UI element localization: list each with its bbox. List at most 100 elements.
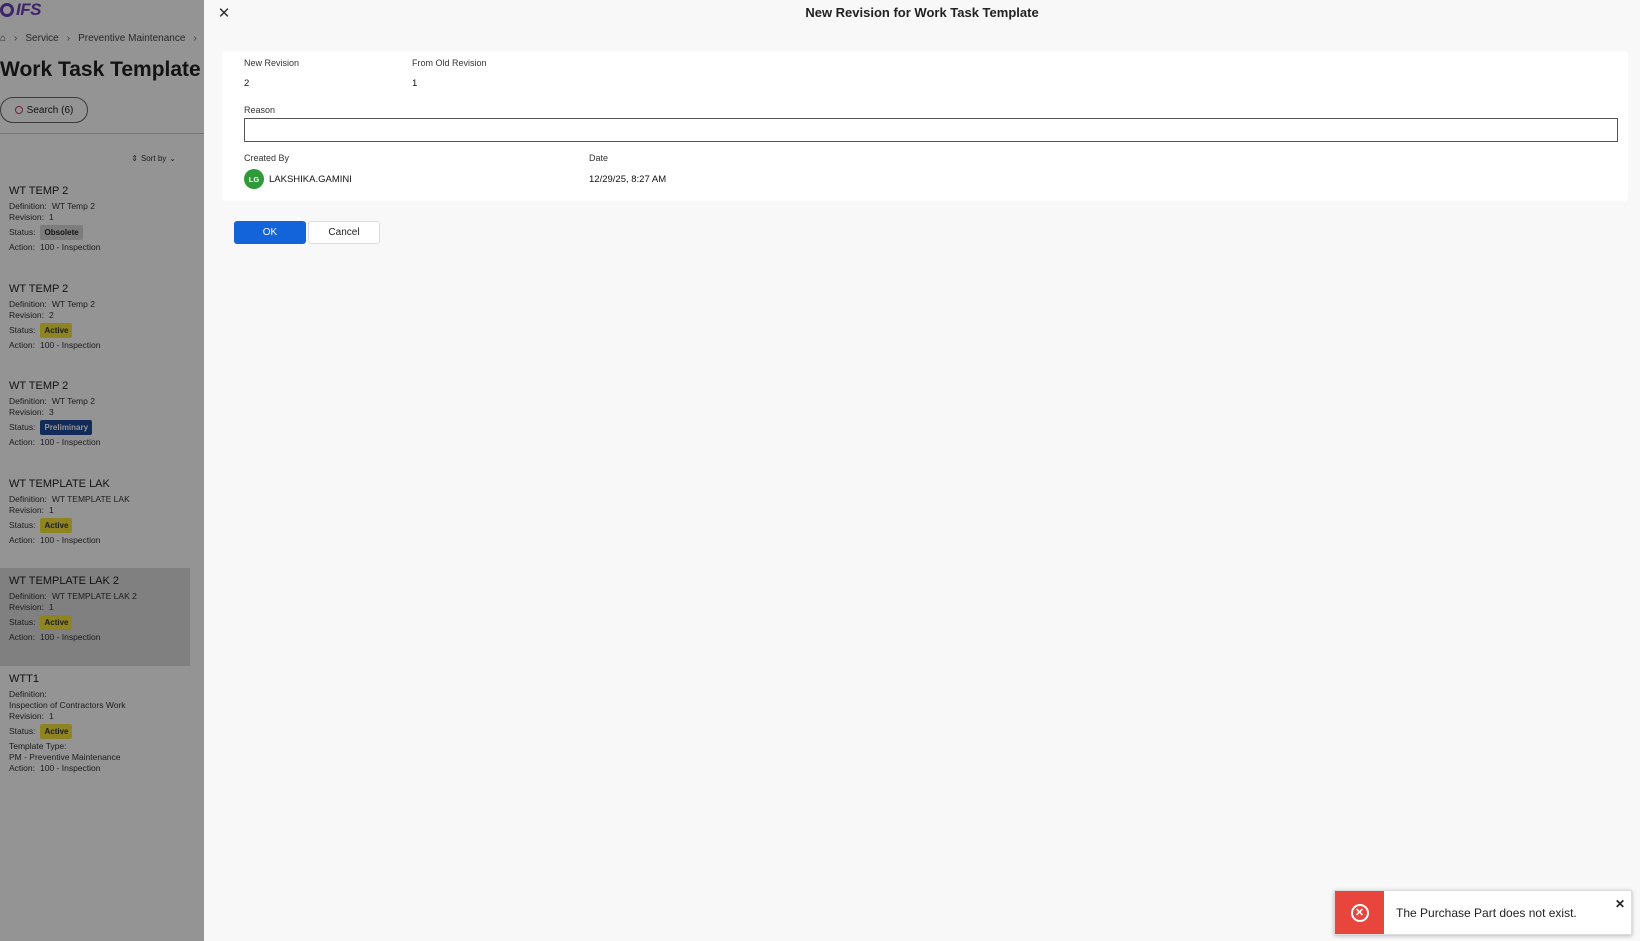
created-by-value: LAKSHIKA.GAMINI <box>269 174 352 185</box>
revision-value: 1 <box>48 711 54 721</box>
page-title: Work Task Template <box>0 58 201 81</box>
list-item[interactable]: WT TEMPLATE LAK 2 Definition: WT TEMPLATE… <box>0 568 190 666</box>
action-value: 100 - Inspection <box>40 437 101 447</box>
field-label: Action: <box>9 763 35 773</box>
chevron-down-icon: ⌄ <box>169 154 176 163</box>
from-old-revision-label: From Old Revision <box>412 58 487 68</box>
list-item[interactable]: WT TEMP 2 Definition: WT Temp 2 Revision:… <box>0 373 190 471</box>
sort-label: Sort by <box>140 154 167 163</box>
from-old-revision-value: 1 <box>412 78 418 89</box>
field-label: Action: <box>9 242 35 252</box>
card-title: WT TEMP 2 <box>9 283 69 295</box>
field-label: Revision: <box>9 310 44 320</box>
reason-label: Reason <box>244 105 276 115</box>
breadcrumb: ⌂ › Service › Preventive Maintenance › <box>0 33 197 44</box>
card-title: WT TEMP 2 <box>9 185 69 197</box>
action-value: 100 - Inspection <box>40 763 101 773</box>
toast-icon-area: ✕ <box>1335 891 1384 934</box>
field-label: Revision: <box>9 212 44 222</box>
dialog-title: New Revision for Work Task Template <box>805 5 1039 20</box>
field-label: Template Type: <box>9 741 67 751</box>
action-value: 100 - Inspection <box>40 535 101 545</box>
status-badge: Preliminary <box>40 420 93 435</box>
toast-message: The Purchase Part does not exist. <box>1396 905 1577 920</box>
field-label: Revision: <box>9 505 44 515</box>
ifs-logo[interactable]: IFS <box>0 0 41 20</box>
field-label: Definition: <box>9 396 47 406</box>
revision-value: 1 <box>48 505 54 515</box>
search-icon <box>14 106 23 114</box>
field-label: Revision: <box>9 602 44 612</box>
ifs-logo-icon <box>0 3 14 17</box>
list-item[interactable]: WT TEMP 2 Definition: WT Temp 2 Revision:… <box>0 276 190 374</box>
chevron-right-icon: › <box>193 33 197 44</box>
field-label: Definition: <box>9 591 47 601</box>
definition-value: Inspection of Contractors Work <box>9 700 126 710</box>
field-label: Definition: <box>9 494 47 504</box>
action-value: 100 - Inspection <box>40 340 101 350</box>
field-label: Revision: <box>9 407 44 417</box>
chevron-right-icon: › <box>66 33 71 44</box>
search-button[interactable]: Search (6) <box>0 97 88 123</box>
template-type-value: PM - Preventive Maintenance <box>9 752 121 762</box>
field-label: Action: <box>9 632 35 642</box>
field-label: Action: <box>9 535 35 545</box>
field-label: Status: <box>9 616 36 627</box>
home-icon[interactable]: ⌂ <box>0 33 6 44</box>
reason-input[interactable] <box>244 118 1618 142</box>
new-revision-value: 2 <box>244 78 250 89</box>
cancel-button[interactable]: Cancel <box>308 221 380 244</box>
definition-value: WT TEMPLATE LAK 2 <box>51 591 137 601</box>
revision-value: 1 <box>48 602 54 612</box>
new-revision-dialog: ✕ New Revision for Work Task Template Ne… <box>204 0 1640 941</box>
date-value: 12/29/25, 8:27 AM <box>589 174 667 185</box>
card-title: WT TEMP 2 <box>9 380 69 392</box>
avatar: LG <box>244 169 264 189</box>
created-by-label: Created By <box>244 153 290 163</box>
divider <box>0 133 204 134</box>
status-badge: Active <box>40 724 73 739</box>
close-icon[interactable]: ✕ <box>1615 897 1625 911</box>
field-label: Action: <box>9 340 35 350</box>
status-badge: Active <box>40 323 73 338</box>
list-item[interactable]: WTT1 Definition: Inspection of Contracto… <box>0 666 190 796</box>
status-badge: Active <box>40 518 73 533</box>
ok-button[interactable]: OK <box>234 221 306 244</box>
action-value: 100 - Inspection <box>40 242 101 252</box>
field-label: Definition: <box>9 689 47 699</box>
sort-by-button[interactable]: ⇕ Sort by ⌄ <box>131 154 176 163</box>
search-label: Search (6) <box>26 104 74 116</box>
chevron-right-icon: › <box>14 33 18 44</box>
field-label: Revision: <box>9 711 44 721</box>
revision-value: 2 <box>48 310 54 320</box>
definition-value: WT Temp 2 <box>51 299 95 309</box>
date-label: Date <box>589 153 609 163</box>
revision-form: New Revision 2 From Old Revision 1 Reaso… <box>222 51 1628 201</box>
template-list: ⇕ Sort by ⌄ WT TEMP 2 Definition: WT Temp… <box>0 148 190 936</box>
action-value: 100 - Inspection <box>40 632 101 642</box>
definition-value: WT TEMPLATE LAK <box>51 494 130 504</box>
card-title: WT TEMPLATE LAK <box>9 478 110 490</box>
list-item[interactable]: WT TEMP 2 Definition: WT Temp 2 Revision:… <box>0 178 190 276</box>
field-label: Status: <box>9 324 36 335</box>
field-label: Definition: <box>9 299 47 309</box>
list-item[interactable]: WT TEMPLATE LAK Definition: WT TEMPLATE L… <box>0 471 190 569</box>
field-label: Status: <box>9 421 36 432</box>
breadcrumb-service[interactable]: Service <box>25 33 58 44</box>
status-badge: Obsolete <box>40 225 83 240</box>
sort-icon: ⇕ <box>131 154 138 163</box>
definition-value: WT Temp 2 <box>51 396 95 406</box>
field-label: Status: <box>9 725 36 736</box>
revision-value: 1 <box>48 212 54 222</box>
status-badge: Active <box>40 615 73 630</box>
new-revision-label: New Revision <box>244 58 300 68</box>
card-title: WT TEMPLATE LAK 2 <box>9 575 120 587</box>
breadcrumb-preventive-maintenance[interactable]: Preventive Maintenance <box>78 33 185 44</box>
field-label: Definition: <box>9 201 47 211</box>
revision-value: 3 <box>48 407 54 417</box>
logo-text: IFS <box>16 0 41 19</box>
card-title: WTT1 <box>9 673 39 685</box>
field-label: Status: <box>9 226 36 237</box>
error-toast: ✕ The Purchase Part does not exist. ✕ <box>1334 890 1632 935</box>
field-label: Action: <box>9 437 35 447</box>
